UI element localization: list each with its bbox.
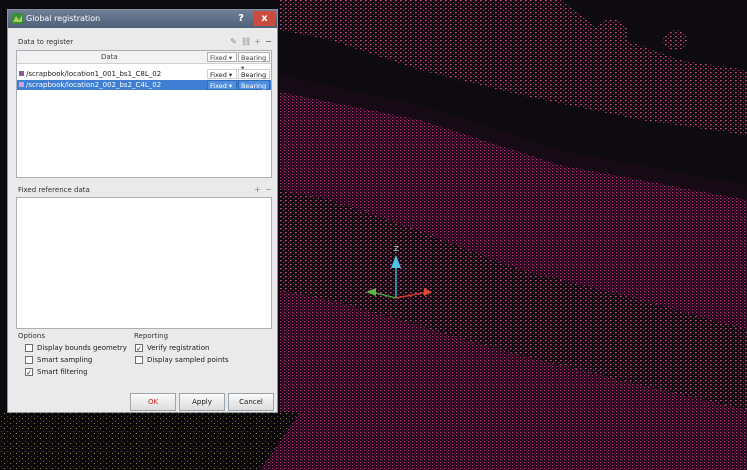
header-mode-value: Fixed [210, 54, 227, 62]
smart-sampling-checkbox[interactable] [25, 356, 33, 364]
add-icon[interactable]: + [253, 37, 262, 46]
data-row-name: /scrapbook/location1_001_bs1_C8L_02 [26, 70, 162, 78]
display-bounds-checkbox[interactable] [25, 344, 33, 352]
options-label: Options [18, 332, 46, 340]
gizmo-z-label: Z [394, 245, 399, 253]
display-sampled-points-checkbox[interactable] [135, 356, 143, 364]
remove-icon[interactable]: − [264, 37, 273, 46]
title-bar[interactable]: Global registration ? x [8, 10, 277, 28]
cancel-button[interactable]: Cancel [228, 393, 274, 411]
smart-filtering-label: Smart filtering [37, 368, 88, 376]
row-mode-value: Fixed [210, 82, 227, 90]
data-list[interactable]: Data Fixed ▾ Bearing ▾ /scrapbook/locati… [16, 50, 272, 178]
data-row-selected[interactable]: /scrapbook/location2_002_bs2_C4L_02 Fixe… [17, 80, 271, 100]
fixed-reference-list[interactable] [16, 197, 272, 329]
app-icon [12, 13, 23, 24]
smart-filtering-checkbox[interactable]: ✓ [25, 368, 33, 377]
row-reference-value: Bearing [241, 82, 267, 90]
reporting-label: Reporting [134, 332, 169, 340]
ok-button[interactable]: OK [130, 393, 176, 411]
edit-icon[interactable]: ✎ [229, 37, 238, 46]
point-cloud-icon [19, 71, 24, 76]
data-to-register-label: Data to register [18, 38, 74, 46]
link-icon[interactable]: ⛓ [241, 37, 251, 46]
fixed-reference-label: Fixed reference data [18, 186, 90, 194]
point-cloud-icon [19, 82, 24, 87]
display-bounds-label: Display bounds geometry [37, 344, 127, 352]
header-reference-combo[interactable]: Bearing ▾ [238, 52, 270, 72]
data-column-header: Data Fixed ▾ Bearing ▾ [17, 51, 271, 72]
header-reference-value: Bearing [241, 54, 267, 62]
row-mode-combo[interactable]: Fixed ▾ [207, 80, 237, 90]
header-mode-combo[interactable]: Fixed ▾ [207, 52, 237, 62]
data-column-title: Data [101, 53, 118, 61]
row-mode-value: Fixed [210, 71, 227, 79]
global-registration-dialog: Global registration ? x Data to register… [7, 9, 278, 413]
row-mode-combo[interactable]: Fixed ▾ [207, 69, 237, 79]
verify-registration-label: Verify registration [147, 344, 210, 352]
verify-registration-checkbox[interactable]: ✓ [135, 344, 143, 353]
display-sampled-points-label: Display sampled points [147, 356, 229, 364]
apply-button[interactable]: Apply [179, 393, 225, 411]
row-reference-value: Bearing [241, 71, 267, 79]
remove-icon[interactable]: − [264, 185, 273, 194]
smart-sampling-label: Smart sampling [37, 356, 93, 364]
close-button[interactable]: x [254, 11, 275, 26]
row-reference-combo[interactable]: Bearing ▾ [238, 80, 270, 100]
row-reference-combo[interactable]: Bearing ▾ [238, 69, 270, 89]
data-row[interactable]: /scrapbook/location1_001_bs1_C8L_02 Fixe… [17, 69, 271, 89]
add-icon[interactable]: + [253, 185, 262, 194]
window-title: Global registration [26, 14, 101, 23]
help-button[interactable]: ? [230, 11, 252, 26]
data-row-name: /scrapbook/location2_002_bs2_C4L_02 [26, 81, 162, 89]
